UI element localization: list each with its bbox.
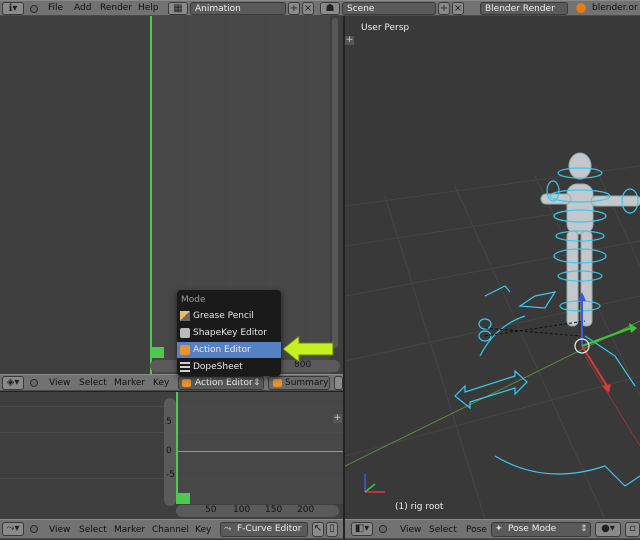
menu-select[interactable]: Select — [429, 520, 457, 538]
filter-button[interactable] — [334, 376, 343, 390]
dopesheet-mode-select[interactable]: Action Editor ⇕ — [178, 376, 264, 390]
mode-item-label: Grease Pencil — [193, 311, 254, 321]
add-scene-button[interactable]: + — [438, 2, 450, 15]
lock-tool-button[interactable]: ▯ — [326, 522, 338, 537]
mode-item-action-editor[interactable]: Action Editor — [177, 342, 281, 358]
screen-layout-field[interactable]: Animation — [190, 2, 286, 15]
scrollbar-vertical[interactable] — [332, 18, 338, 348]
region-expand-plus-icon[interactable]: + — [333, 414, 342, 423]
summary-toggle[interactable]: Summary — [268, 376, 330, 390]
zero-value-line — [176, 451, 343, 452]
x-tick-label: 200 — [297, 505, 315, 515]
y-tick-label: 0 — [166, 446, 172, 456]
mode-item-dopesheet[interactable]: DopeSheet — [177, 359, 281, 375]
menu-file[interactable]: File — [48, 1, 63, 15]
menu-marker[interactable]: Marker — [114, 375, 145, 390]
interaction-mode-label: Pose Mode — [508, 524, 557, 534]
x-tick-label: 150 — [265, 505, 283, 515]
remove-scene-button[interactable]: × — [452, 2, 464, 15]
current-frame-line — [176, 392, 178, 504]
menu-select[interactable]: Select — [79, 520, 107, 538]
current-frame-marker — [176, 493, 190, 504]
mode-item-shapekey-editor[interactable]: ShapeKey Editor — [177, 325, 281, 341]
x-tick-label: 50 — [205, 505, 217, 515]
graph-editor-area[interactable]: 5 0 -5 50 100 150 200 + — [0, 391, 343, 519]
summary-icon — [273, 379, 282, 387]
current-frame-marker — [150, 347, 164, 358]
menu-view[interactable]: View — [49, 520, 70, 538]
frame-ruler[interactable] — [176, 505, 339, 517]
mode-item-grease-pencil[interactable]: Grease Pencil — [177, 308, 281, 324]
summary-label: Summary — [285, 378, 329, 388]
screen-layout-icon[interactable]: ▦ — [168, 2, 188, 15]
dopesheet-header: ◈▾ View Select Marker Key Action Editor … — [0, 374, 343, 391]
collapse-menu-icon[interactable] — [379, 525, 387, 533]
viewport-shading-button[interactable]: ●▾ — [595, 522, 621, 537]
annotation-arrow-icon — [283, 336, 334, 362]
graph-mode-label: F-Curve Editor — [237, 524, 302, 534]
scene-icon[interactable]: ☗ — [320, 2, 340, 15]
pivot-point-button[interactable]: ▫ — [625, 522, 640, 537]
blender-logo-icon — [576, 3, 586, 13]
fcurve-icon: ⤳ — [224, 524, 232, 534]
scene-field[interactable]: Scene — [342, 2, 436, 15]
menu-marker[interactable]: Marker — [114, 520, 145, 538]
area-split-horizontal[interactable] — [0, 391, 343, 392]
x-tick-label: 100 — [233, 505, 251, 515]
menu-help[interactable]: Help — [138, 1, 159, 15]
dopesheet-icon — [180, 362, 190, 372]
top-info-bar: ℹ▾ File Add Render Help ▦ Animation + × … — [0, 0, 640, 16]
remove-screen-button[interactable]: × — [302, 2, 314, 15]
current-frame-line — [150, 16, 152, 374]
collapse-menu-icon[interactable] — [30, 5, 38, 13]
add-screen-button[interactable]: + — [288, 2, 300, 15]
viewport-header: ◧▾ View Select Pose ✦ Pose Mode ⇕ ●▾ ▫ — [345, 519, 640, 539]
menu-add[interactable]: Add — [74, 1, 91, 15]
menu-key[interactable]: Key — [195, 520, 211, 538]
menu-select[interactable]: Select — [79, 375, 107, 390]
editor-type-dopesheet-button[interactable]: ◈▾ — [2, 376, 24, 390]
menu-key[interactable]: Key — [153, 375, 169, 390]
viewport-scene — [345, 152, 640, 519]
dopesheet-mode-label: Action Editor — [195, 378, 253, 388]
action-editor-icon — [182, 379, 191, 387]
action-icon — [180, 345, 190, 355]
mode-item-label: ShapeKey Editor — [193, 328, 267, 338]
mode-item-label: DopeSheet — [193, 362, 243, 372]
chevron-updown-icon: ⇕ — [580, 524, 588, 534]
collapse-menu-icon[interactable] — [30, 525, 38, 533]
dopesheet-area[interactable]: 800 — [0, 16, 343, 374]
mode-dropdown-menu: Mode Grease Pencil ShapeKey Editor Actio… — [177, 290, 281, 376]
active-object-label: (1) rig root — [395, 502, 444, 512]
pencil-icon — [180, 311, 190, 321]
interaction-mode-select[interactable]: ✦ Pose Mode ⇕ — [491, 522, 591, 537]
y-tick-label: 5 — [166, 417, 172, 427]
blender-url-text: blender.or — [592, 3, 638, 13]
shapekey-icon — [180, 328, 190, 338]
editor-type-info-button[interactable]: ℹ▾ — [2, 2, 24, 15]
editor-type-graph-button[interactable]: ⤳▾ — [2, 522, 24, 536]
graph-mode-select[interactable]: ⤳ F-Curve Editor — [220, 522, 308, 537]
editor-type-3d-button[interactable]: ◧▾ — [351, 522, 373, 536]
menu-render[interactable]: Render — [100, 1, 132, 15]
graph-grid — [176, 392, 343, 504]
render-engine-select[interactable]: Blender Render — [480, 2, 568, 15]
menu-view[interactable]: View — [49, 375, 70, 390]
menu-channel[interactable]: Channel — [152, 520, 189, 538]
menu-pose[interactable]: Pose — [466, 520, 487, 538]
menu-view[interactable]: View — [400, 520, 421, 538]
mode-item-label: Action Editor — [193, 345, 251, 355]
3d-viewport[interactable]: User Persp + (1) rig root — [345, 16, 640, 519]
pose-mode-icon: ✦ — [495, 524, 503, 534]
chevron-updown-icon: ⇕ — [253, 378, 261, 388]
mode-menu-title: Mode — [181, 295, 206, 305]
viewport-expand-plus-icon[interactable]: + — [345, 36, 354, 45]
viewport-perspective-label: User Persp — [361, 23, 410, 33]
cursor-tool-button[interactable]: ↖ — [312, 522, 324, 537]
y-tick-label: -5 — [166, 470, 175, 480]
collapse-menu-icon[interactable] — [30, 379, 38, 387]
graph-editor-header: ⤳▾ View Select Marker Channel Key ⤳ F-Cu… — [0, 519, 343, 539]
